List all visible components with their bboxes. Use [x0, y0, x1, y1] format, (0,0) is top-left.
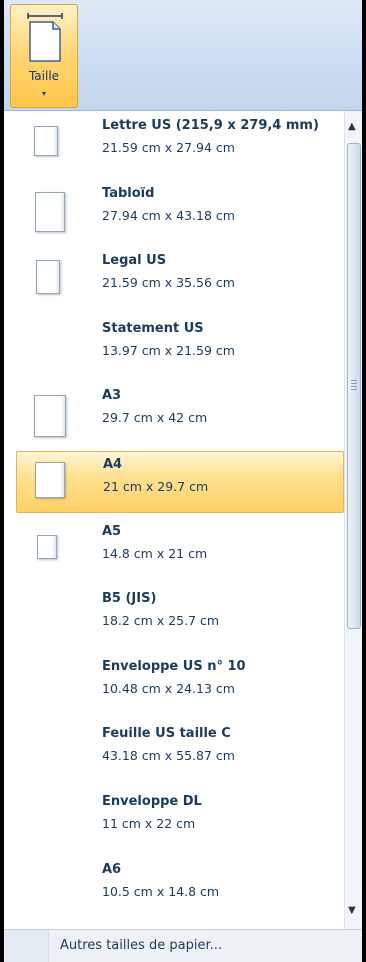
footer-icon-area [4, 930, 49, 962]
paper-size-title: Statement US [102, 320, 204, 336]
size-button[interactable]: Taille ▾ [10, 4, 78, 108]
paper-size-title: A6 [102, 861, 122, 877]
scroll-down-arrow-icon[interactable]: ▼ [348, 905, 356, 916]
paper-size-item[interactable]: Lettre US (215,9 x 279,4 mm) 21.59 cm x 2… [16, 113, 344, 175]
paper-size-title: A5 [102, 523, 122, 539]
paper-size-dimensions: 14.8 cm x 21 cm [102, 545, 208, 561]
paper-size-dimensions: 11 cm x 22 cm [102, 816, 196, 831]
paper-size-title: Enveloppe DL [102, 794, 202, 809]
paper-size-item[interactable]: A4 21 cm x 29.7 cm [16, 451, 344, 513]
paper-size-item[interactable]: Enveloppe US n° 10 10.48 cm x 24.13 cm [16, 654, 344, 716]
paper-size-item[interactable]: Feuille US taille C 43.18 cm x 55.87 cm [16, 721, 344, 783]
paper-size-dimensions: 10.48 cm x 24.13 cm [102, 680, 235, 696]
scrollbar[interactable]: ▲ ▼ [344, 111, 362, 929]
chevron-down-icon: ▾ [41, 89, 46, 98]
paper-size-title: B5 (JIS) [102, 591, 157, 607]
grip-icon [351, 380, 357, 390]
paper-size-title: A4 [103, 457, 123, 472]
paper-size-item[interactable]: B5 (JIS) 18.2 cm x 25.7 cm [16, 586, 344, 648]
paper-size-item[interactable]: A3 29.7 cm x 42 cm [16, 383, 344, 445]
size-button-label: Taille [28, 69, 60, 83]
paper-size-title: Enveloppe US n° 10 [102, 658, 246, 674]
page-thumbnail-icon [34, 126, 58, 156]
paper-size-dimensions: 21.59 cm x 27.94 cm [102, 140, 235, 155]
scroll-up-arrow-icon[interactable]: ▲ [348, 121, 356, 132]
paper-size-item[interactable]: A5 14.8 cm x 21 cm [16, 519, 344, 581]
paper-size-dimensions: 29.7 cm x 42 cm [102, 410, 208, 426]
ribbon-area: Taille ▾ [4, 0, 362, 111]
paper-size-title: Tabloïd [102, 185, 155, 201]
paper-size-list: Lettre US (215,9 x 279,4 mm) 21.59 cm x 2… [4, 111, 344, 929]
paper-size-item[interactable]: Tabloïd 27.94 cm x 43.18 cm [16, 181, 344, 243]
page-size-dropdown: Taille ▾ Lettre US (215,9 x 279,4 mm) 21.… [4, 0, 362, 962]
more-paper-sizes-label: Autres tailles de papier... [60, 938, 223, 953]
page-thumbnail-icon [35, 191, 65, 232]
paper-size-dimensions: 10.5 cm x 14.8 cm [102, 883, 220, 899]
page-size-icon [25, 13, 65, 67]
paper-size-title: Lettre US (215,9 x 279,4 mm) [102, 118, 319, 133]
page-thumbnail-icon [37, 534, 57, 559]
paper-size-item[interactable]: Enveloppe DL 11 cm x 22 cm [16, 789, 344, 851]
scrollbar-thumb[interactable] [347, 143, 361, 629]
paper-size-dimensions: 21.59 cm x 35.56 cm [102, 275, 235, 291]
more-paper-sizes-item[interactable]: Autres tailles de papier... [4, 929, 362, 962]
page-thumbnail-icon [34, 395, 66, 438]
paper-size-item[interactable]: Legal US 21.59 cm x 35.56 cm [16, 248, 344, 310]
paper-size-dimensions: 21 cm x 29.7 cm [103, 479, 209, 494]
paper-size-dimensions: 27.94 cm x 43.18 cm [102, 207, 235, 223]
paper-size-item[interactable]: A6 10.5 cm x 14.8 cm [16, 857, 344, 919]
paper-size-title: A3 [102, 388, 122, 404]
page-thumbnail-icon [35, 462, 65, 498]
paper-size-title: Feuille US taille C [102, 726, 231, 742]
paper-size-dimensions: 13.97 cm x 21.59 cm [102, 342, 235, 358]
paper-size-item[interactable]: Statement US 13.97 cm x 21.59 cm [16, 316, 344, 378]
paper-size-dimensions: 43.18 cm x 55.87 cm [102, 748, 235, 764]
paper-size-title: Legal US [102, 253, 167, 269]
paper-size-dimensions: 18.2 cm x 25.7 cm [102, 613, 220, 629]
page-thumbnail-icon [36, 260, 60, 295]
